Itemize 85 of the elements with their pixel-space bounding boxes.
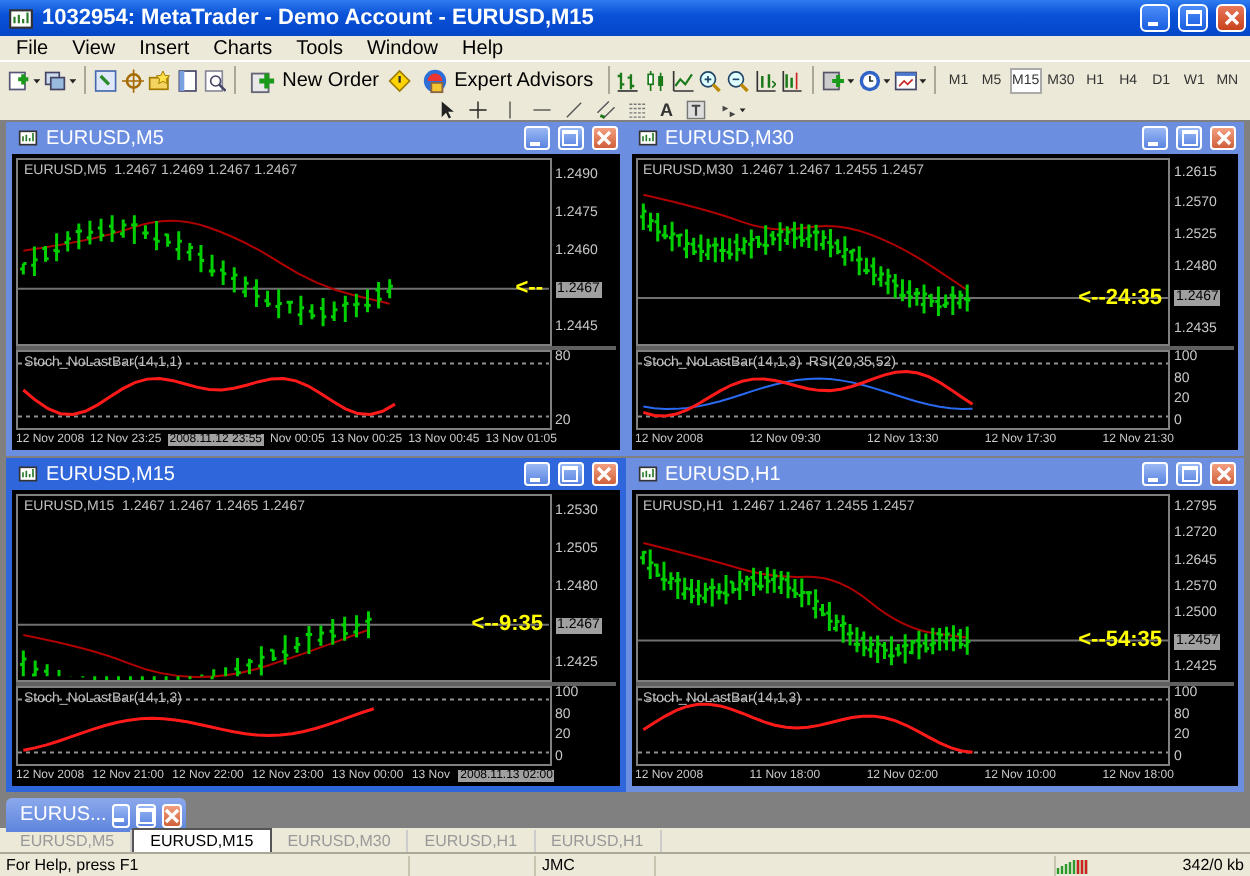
menu-item[interactable]: View: [60, 37, 128, 59]
chart-shift-icon[interactable]: [780, 67, 804, 93]
minimized-window-title: EURUS...: [20, 804, 107, 826]
crosshair-icon[interactable]: [468, 99, 488, 119]
app-icon: [18, 464, 38, 484]
target-icon[interactable]: [121, 67, 145, 93]
minimize-button[interactable]: [1140, 4, 1170, 32]
connection-meter-icon: [1056, 857, 1088, 873]
bar-timer: <--54:35: [1078, 628, 1162, 653]
close-button[interactable]: [591, 462, 617, 486]
maximize-icon: [562, 466, 578, 482]
maximize-button[interactable]: [557, 462, 583, 486]
template-icon[interactable]: [893, 67, 927, 93]
chart-window-title: EURUSD,M30: [665, 127, 796, 149]
close-icon: [596, 130, 612, 146]
windows-icon[interactable]: [44, 67, 77, 93]
menu-item[interactable]: Charts: [201, 37, 285, 59]
close-icon: [1215, 130, 1231, 146]
close-button[interactable]: [591, 126, 617, 150]
fibonacci-icon[interactable]: [628, 99, 648, 119]
maximize-icon: [1181, 466, 1197, 482]
panel-icon[interactable]: [175, 67, 200, 93]
bar-timer: <--: [515, 276, 543, 301]
close-icon: [1223, 10, 1239, 26]
menu-item[interactable]: File: [4, 37, 61, 59]
close-button[interactable]: [1210, 126, 1236, 150]
app-icon: [637, 128, 657, 148]
autoscroll-icon[interactable]: [753, 67, 777, 93]
bar-chart-icon[interactable]: [616, 67, 641, 93]
maximize-button[interactable]: [1176, 462, 1202, 486]
cursor-icon[interactable]: [436, 99, 456, 119]
close-button[interactable]: [1210, 462, 1236, 486]
channel-icon[interactable]: [596, 99, 616, 119]
chart-window-title: EURUSD,M5: [46, 127, 166, 149]
indicators-icon[interactable]: [821, 67, 854, 93]
maximize-icon: [138, 807, 155, 823]
zoom-out-icon[interactable]: [725, 67, 750, 93]
chart-window-title: EURUSD,M15: [46, 463, 177, 485]
text-tool[interactable]: A: [660, 99, 673, 119]
close-icon: [164, 807, 181, 823]
maximize-button[interactable]: [1176, 126, 1202, 150]
expert-advisors-button[interactable]: Expert Advisors: [416, 67, 600, 93]
app-icon: [637, 464, 657, 484]
menu-item[interactable]: Help: [450, 37, 516, 59]
maximize-icon: [1181, 130, 1197, 146]
close-icon: [1215, 466, 1231, 482]
close-icon: [596, 466, 612, 482]
maximize-button[interactable]: [1178, 4, 1208, 32]
status-profile: JMC: [536, 855, 656, 875]
line-chart-icon[interactable]: [671, 67, 695, 93]
close-button[interactable]: [162, 803, 183, 827]
shield-icon[interactable]: [422, 67, 449, 93]
chart-tab[interactable]: EURUSD,M15: [132, 828, 272, 852]
minimize-button[interactable]: [523, 462, 549, 486]
status-help: For Help, press F1: [0, 855, 410, 875]
star-folder-icon[interactable]: [148, 67, 172, 93]
minimize-button[interactable]: [1142, 126, 1168, 150]
trendline-icon[interactable]: [564, 99, 584, 119]
menu-item[interactable]: Insert: [127, 37, 202, 59]
close-button[interactable]: [1216, 4, 1246, 32]
clock-icon[interactable]: [857, 67, 890, 93]
menu-item[interactable]: Tools: [284, 37, 355, 59]
maximize-icon: [562, 130, 578, 146]
new-chart-icon[interactable]: [8, 67, 41, 93]
status-traffic: 342/0 kb: [1180, 855, 1246, 875]
chart-window-title: EURUSD,H1: [665, 463, 783, 485]
minimize-button[interactable]: [112, 803, 131, 827]
maximize-button[interactable]: [557, 126, 583, 150]
minimize-button[interactable]: [523, 126, 549, 150]
maximize-button[interactable]: [136, 803, 157, 827]
magnifier-icon[interactable]: [203, 67, 227, 93]
minimize-button[interactable]: [1142, 462, 1168, 486]
app-icon: [18, 128, 38, 148]
candlestick-icon[interactable]: [644, 67, 668, 93]
window-title: 1032954: MetaTrader - Demo Account - EURUSD,M15: [42, 6, 596, 30]
menu-item[interactable]: Window: [354, 37, 451, 59]
new-order-button[interactable]: New Order: [244, 67, 385, 93]
maximize-icon: [1185, 10, 1201, 26]
zoom-in-icon[interactable]: [698, 67, 722, 93]
bar-timer: <--24:35: [1078, 286, 1162, 310]
app-icon: [8, 5, 34, 31]
warning-icon[interactable]: [388, 67, 413, 93]
label-icon[interactable]: [685, 99, 705, 119]
bar-timer: <--9:35: [471, 612, 543, 637]
plus-icon[interactable]: [250, 67, 277, 93]
